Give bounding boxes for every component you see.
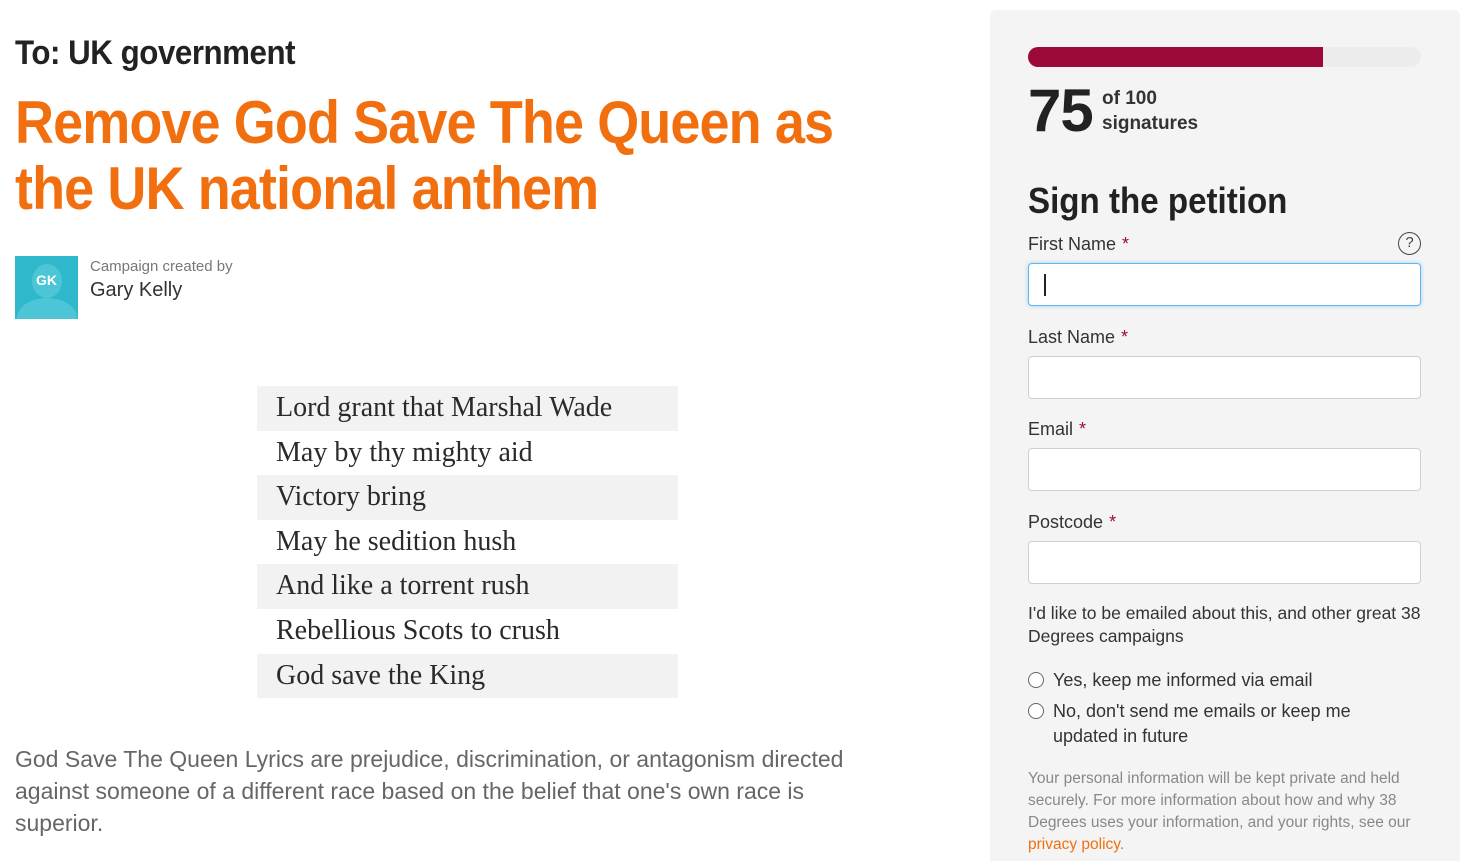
first-name-input[interactable] [1028, 263, 1421, 306]
optin-yes-option[interactable]: Yes, keep me informed via email [1028, 668, 1393, 693]
last-name-label: Last Name * [1028, 327, 1128, 348]
avatar-shoulders-shape [17, 298, 77, 319]
optin-no-radio[interactable] [1028, 703, 1044, 719]
lyric-line: And like a torrent rush [257, 564, 678, 609]
lyric-line: Lord grant that Marshal Wade [257, 386, 678, 431]
avatar: GK [15, 256, 78, 319]
lyric-line: May he sedition hush [276, 525, 517, 557]
lyric-line: God save the King [257, 653, 678, 699]
last-name-label-text: Last Name [1028, 327, 1116, 347]
email-label-text: Email [1028, 419, 1074, 439]
avatar-initials: GK [36, 272, 57, 288]
required-marker: * [1079, 419, 1087, 439]
postcode-input[interactable] [1028, 541, 1421, 584]
privacy-text: Your personal information will be kept p… [1028, 770, 1411, 831]
optin-no-label[interactable]: No, don't send me emails or keep me upda… [1053, 699, 1393, 749]
privacy-policy-link[interactable]: privacy policy [1028, 836, 1120, 853]
form-title: Sign the petition [1028, 180, 1288, 221]
petition-description: God Save The Queen Lyrics are prejudice,… [15, 746, 844, 836]
postcode-label: Postcode * [1028, 512, 1116, 533]
first-name-label-text: First Name [1028, 234, 1117, 254]
optin-yes-radio[interactable] [1028, 672, 1044, 688]
lyric-line: Rebellious Scots to crush [276, 614, 560, 646]
petition-target: To: UK government [15, 34, 296, 72]
optin-no-option[interactable]: No, don't send me emails or keep me upda… [1028, 699, 1393, 749]
signature-goal: of 100 signatures [1102, 86, 1198, 136]
creator-name: Gary Kelly [90, 279, 183, 301]
signature-goal-label: of 100 [1102, 88, 1157, 109]
signatures-label: signatures [1102, 113, 1199, 134]
help-icon[interactable]: ? [1398, 232, 1421, 255]
email-input[interactable] [1028, 448, 1421, 491]
petition-title: Remove God Save The Queen as the UK nati… [15, 89, 834, 222]
postcode-label-text: Postcode [1028, 512, 1104, 532]
required-marker: * [1109, 512, 1117, 532]
email-optin-text: I'd like to be emailed about this, and o… [1028, 603, 1421, 646]
creator-info: GK Campaign created by Gary Kelly [15, 256, 233, 319]
petition-content: To: UK government Remove God Save The Qu… [15, 0, 945, 861]
lyrics-image: Lord grant that Marshal Wade May by thy … [257, 386, 678, 699]
text-caret [1044, 274, 1046, 296]
signature-count: 75 [1028, 77, 1094, 144]
email-label: Email * [1028, 419, 1086, 440]
lyric-line: Victory bring [257, 475, 678, 520]
signature-progress-fill [1028, 47, 1323, 67]
creator-label: Campaign created by [90, 258, 233, 275]
lyric-line: May by thy mighty aid [276, 436, 533, 468]
privacy-notice: Your personal information will be kept p… [1028, 768, 1428, 856]
optin-yes-label[interactable]: Yes, keep me informed via email [1053, 668, 1393, 693]
signature-progress-bar [1028, 47, 1421, 67]
first-name-label: First Name * [1028, 234, 1129, 255]
privacy-end: . [1119, 836, 1125, 853]
last-name-input[interactable] [1028, 356, 1421, 399]
required-marker: * [1121, 327, 1129, 347]
sign-panel: 75 of 100 signatures Sign the petition F… [990, 10, 1460, 861]
required-marker: * [1122, 234, 1130, 254]
